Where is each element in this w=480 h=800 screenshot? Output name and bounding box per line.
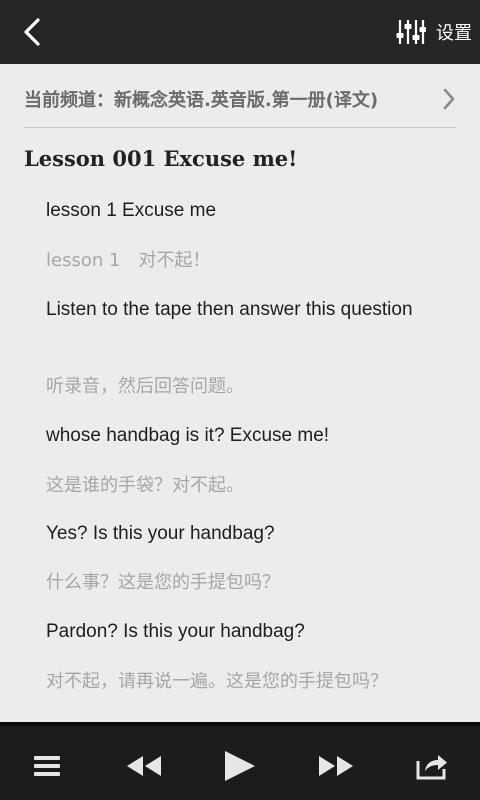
player-control-bar: [0, 722, 480, 800]
fast-forward-button[interactable]: [308, 742, 364, 790]
fast-forward-icon: [319, 756, 353, 776]
settings-button[interactable]: 设置: [380, 8, 480, 56]
channel-divider: [24, 127, 456, 128]
lesson-text-scroll-area[interactable]: Lesson 001 Excuse me! lesson 1 Excuse me…: [0, 140, 480, 722]
menu-icon: [34, 756, 60, 776]
lesson-line-chinese: 这是谁的手袋？对不起。: [46, 475, 244, 496]
settings-label: 设置: [436, 23, 472, 44]
lesson-line-chinese: 什么事？这是您的手提包吗？: [46, 572, 280, 593]
lesson-line-english: lesson 1 Excuse me: [46, 200, 217, 221]
menu-button[interactable]: [19, 742, 75, 790]
channel-selector[interactable]: 当前频道：新概念英语.英音版.第一册(译文): [24, 80, 456, 118]
share-icon: [416, 755, 447, 780]
lesson-line-chinese: 听录音，然后回答问题。: [46, 376, 244, 397]
rewind-button[interactable]: [116, 742, 172, 790]
share-button[interactable]: [404, 742, 460, 790]
lesson-title: Lesson 001 Excuse me!: [24, 146, 298, 171]
chevron-right-icon: [443, 88, 455, 110]
back-button[interactable]: [10, 10, 54, 54]
scroll-fade: [0, 710, 480, 722]
lesson-line-chinese: lesson 1 对不起！: [46, 250, 211, 271]
rewind-icon: [127, 756, 161, 776]
equalizer-icon: [396, 20, 426, 44]
lesson-line-chinese: 对不起，请再说一遍。这是您的手提包吗？: [46, 671, 388, 692]
play-button[interactable]: [212, 742, 268, 790]
lesson-line-english: Listen to the tape then answer this ques…: [46, 299, 413, 320]
back-arrow-icon: [24, 18, 40, 46]
current-channel-text: 当前频道：新概念英语.英音版.第一册(译文): [24, 90, 379, 111]
lesson-line-english: Yes? Is this your handbag?: [46, 523, 275, 544]
lesson-line-english: Pardon? Is this your handbag?: [46, 621, 305, 642]
play-icon: [225, 751, 255, 781]
lesson-line-english: whose handbag is it? Excuse me!: [46, 425, 330, 446]
top-app-bar: 设置: [0, 0, 480, 64]
